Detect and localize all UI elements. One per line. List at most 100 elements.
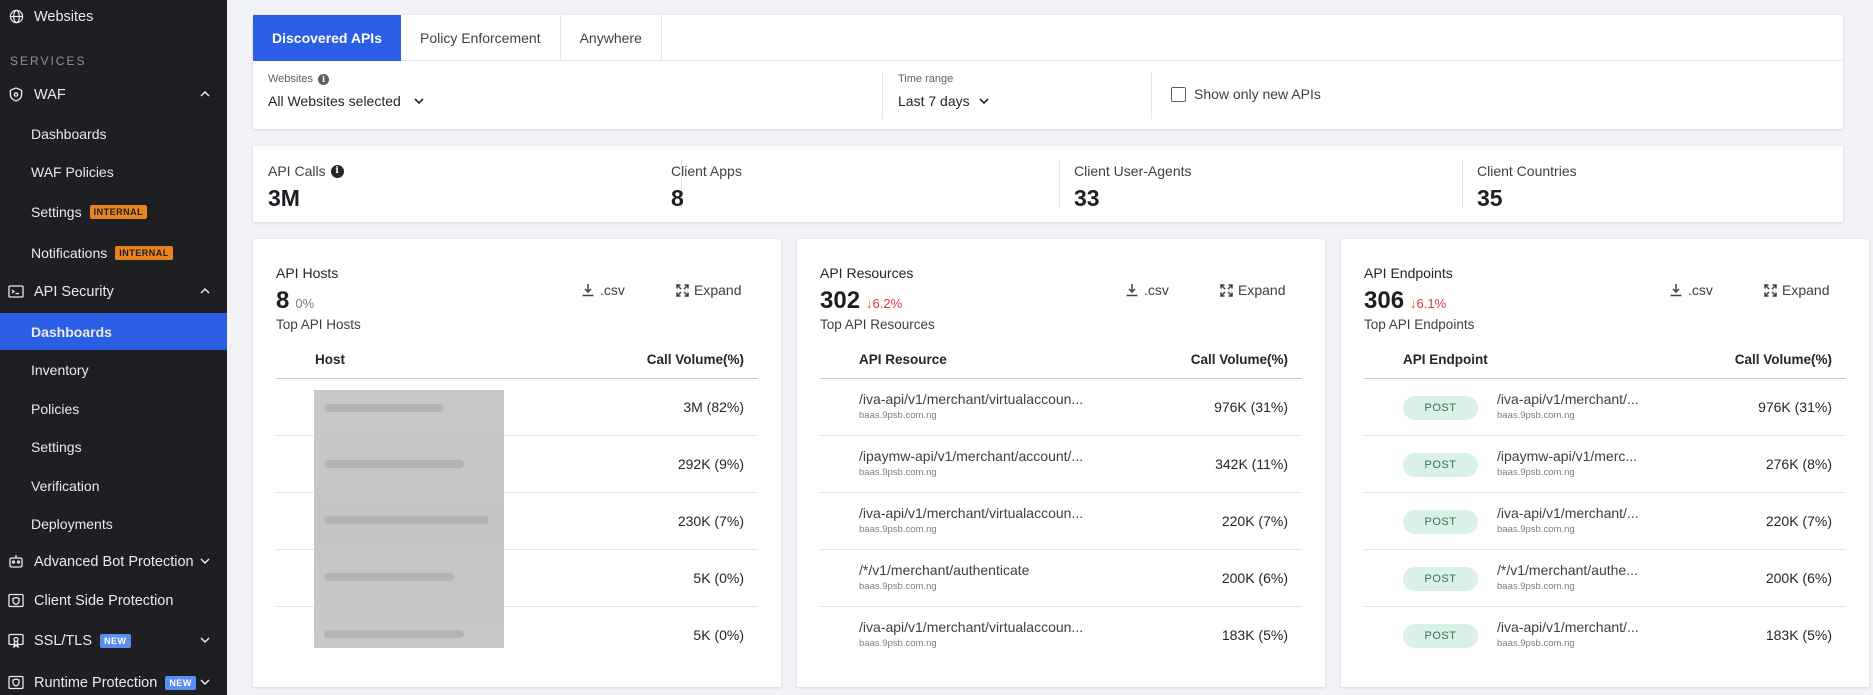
sidebar-item-waf[interactable]: WAF [0,76,227,113]
sidebar-item-ssl-tls[interactable]: SSL/TLS NEW [0,622,227,659]
filter-panel: Discovered APIs Policy Enforcement Anywh… [253,15,1843,129]
sidebar-item-label: Websites [34,8,94,25]
sidebar-item-runtime-protection[interactable]: Runtime Protection NEW [0,664,227,695]
column-api-resource[interactable]: API Resource [859,352,947,367]
stat-label: Client Apps [671,163,742,179]
expand-button[interactable]: Expand [1764,282,1829,298]
stat-label: API Calls [268,163,326,179]
sidebar-item-waf-notifications[interactable]: Notifications INTERNAL [0,234,227,271]
browser-shield-icon [8,593,24,609]
download-icon [1670,284,1682,297]
table-row[interactable]: POST /iva-api/v1/merchant/... baas.9psb.… [1364,607,1846,664]
resource-path: /iva-api/v1/merchant/virtualaccoun... [859,619,1084,635]
column-call-volume[interactable]: Call Volume(%) [1735,352,1832,367]
endpoint-host: baas.9psb.com.ng [1497,467,1575,478]
tab-policy-enforcement[interactable]: Policy Enforcement [401,15,561,61]
call-volume: 5K (0%) [693,570,744,586]
sidebar-item-waf-settings[interactable]: Settings INTERNAL [0,193,227,230]
filter-row: Websites i All Websites selected Time ra… [253,61,1843,129]
sidebar-item-verification[interactable]: Verification [0,467,227,504]
table-row[interactable]: /iva-api/v1/merchant/virtualaccoun... ba… [820,379,1302,436]
chevron-up-icon[interactable] [199,285,211,297]
sidebar: Websites SERVICES WAF Dashboards WAF Pol… [0,0,227,695]
expand-icon [1220,283,1233,297]
chevron-down-icon[interactable] [199,555,211,567]
api-hosts-card: API Hosts 8 0% Top API Hosts .csv Expand… [253,239,781,687]
stat-api-calls: API Calls i 3M [253,146,344,222]
info-icon[interactable]: i [330,164,344,178]
sidebar-item-waf-policies[interactable]: WAF Policies [0,153,227,190]
csv-label: .csv [1688,282,1713,298]
endpoint-host: baas.9psb.com.ng [1497,410,1575,421]
certificate-icon [8,633,24,649]
sidebar-item-waf-dashboards[interactable]: Dashboards [0,115,227,152]
resource-path: /ipaymw-api/v1/merchant/account/... [859,448,1084,464]
stat-value: 33 [1074,185,1100,211]
method-badge: POST [1403,396,1478,420]
column-host[interactable]: Host [315,352,345,367]
time-range-filter[interactable]: Time range Last 7 days [898,61,990,121]
sidebar-item-api-dashboards[interactable]: Dashboards [0,313,227,350]
chevron-down-icon[interactable] [199,634,211,646]
column-api-endpoint[interactable]: API Endpoint [1403,352,1488,367]
table-row[interactable]: /iva-api/v1/merchant/virtualaccoun... ba… [820,607,1302,664]
column-call-volume[interactable]: Call Volume(%) [1191,352,1288,367]
api-resources-card: API Resources 302 ↓6.2% Top API Resource… [797,239,1325,687]
table-row[interactable]: /ipaymw-api/v1/merchant/account/... baas… [820,436,1302,493]
table-row[interactable]: POST /ipaymw-api/v1/merc... baas.9psb.co… [1364,436,1846,493]
table-row[interactable]: /iva-api/v1/merchant/virtualaccoun... ba… [820,493,1302,550]
sidebar-item-client-side[interactable]: Client Side Protection [0,582,227,619]
tab-discovered-apis[interactable]: Discovered APIs [253,15,401,61]
endpoint-cell: /ipaymw-api/v1/merc... baas.9psb.com.ng [1497,448,1637,478]
chevron-down-icon [979,98,989,105]
sidebar-item-websites[interactable]: Websites [0,0,227,35]
sidebar-item-inventory[interactable]: Inventory [0,351,227,388]
resource-cell: /iva-api/v1/merchant/virtualaccoun... ba… [859,505,1083,535]
sidebar-item-label: WAF [34,86,66,103]
count-value: 302 [820,287,861,314]
info-icon[interactable]: i [318,73,330,85]
card-subtitle: Top API Hosts [276,317,361,332]
new-apis-toggle[interactable]: Show only new APIs [1171,86,1321,102]
shield-icon [8,87,24,103]
websites-select[interactable]: All Websites selected [268,93,425,109]
tab-anywhere[interactable]: Anywhere [561,15,662,61]
chevron-up-icon[interactable] [199,88,211,100]
sidebar-item-policies[interactable]: Policies [0,390,227,427]
table-row[interactable]: POST /*/v1/merchant/authe... baas.9psb.c… [1364,550,1846,607]
call-volume: 200K (6%) [1765,570,1832,586]
sidebar-section-title: SERVICES [10,54,87,68]
websites-filter[interactable]: Websites i All Websites selected [268,61,425,121]
expand-label: Expand [694,282,742,298]
column-call-volume[interactable]: Call Volume(%) [647,352,744,367]
table-row[interactable]: POST /iva-api/v1/merchant/... baas.9psb.… [1364,493,1846,550]
sidebar-item-settings[interactable]: Settings [0,428,227,465]
method-badge: POST [1403,510,1478,534]
sidebar-item-label: Verification [31,477,100,494]
time-range-select[interactable]: Last 7 days [898,93,990,109]
chevron-down-icon[interactable] [199,676,211,688]
count-delta: 0% [295,296,315,311]
resource-path: /iva-api/v1/merchant/virtualaccoun... [859,505,1084,521]
sidebar-item-label: Client Side Protection [34,592,174,609]
sidebar-item-api-security[interactable]: API Security [0,273,227,310]
count-value: 8 [276,287,290,314]
api-icon [8,284,24,300]
expand-button[interactable]: Expand [1220,282,1285,298]
csv-download-button[interactable]: .csv [1125,282,1169,298]
new-apis-checkbox[interactable] [1171,86,1186,102]
expand-button[interactable]: Expand [676,282,741,298]
stat-value: 35 [1477,185,1503,211]
sidebar-item-label: Inventory [31,361,89,378]
table-row[interactable]: POST /iva-api/v1/merchant/... baas.9psb.… [1364,379,1846,436]
sidebar-item-bot-protection[interactable]: Advanced Bot Protection [0,543,227,580]
sidebar-item-deployments[interactable]: Deployments [0,505,227,542]
redacted-host-names [314,390,504,648]
sidebar-item-label: Dashboards [31,323,112,340]
endpoint-cell: /*/v1/merchant/authe... baas.9psb.com.ng [1497,562,1638,592]
csv-download-button[interactable]: .csv [581,282,625,298]
endpoint-path: /iva-api/v1/merchant/... [1497,619,1639,635]
expand-icon [1764,283,1777,297]
table-row[interactable]: /*/v1/merchant/authenticate baas.9psb.co… [820,550,1302,607]
csv-download-button[interactable]: .csv [1669,282,1713,298]
